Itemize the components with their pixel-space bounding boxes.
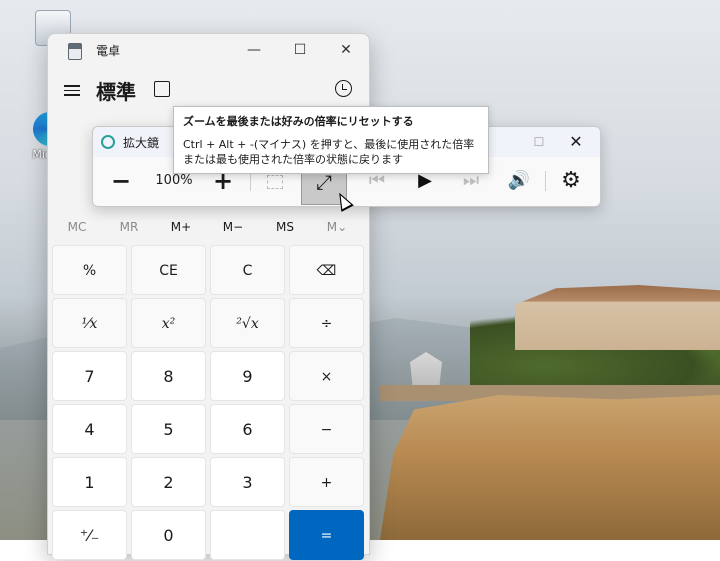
building	[515, 285, 720, 350]
m-minus-button[interactable]: M−	[207, 220, 259, 234]
digit-3-button[interactable]: 3	[210, 457, 285, 507]
square-label: x²	[161, 316, 176, 332]
digit-5-button[interactable]: 5	[131, 404, 206, 454]
calculator-app-icon	[68, 43, 82, 60]
menu-icon[interactable]	[64, 82, 80, 96]
negate-button[interactable]: ⁺⁄₋	[52, 510, 127, 560]
decimal-button[interactable]	[210, 510, 285, 560]
digit-4-button[interactable]: 4	[52, 404, 127, 454]
digit-1-button[interactable]: 1	[52, 457, 127, 507]
maximize-button[interactable]: ☐	[277, 34, 323, 66]
clear-entry-button[interactable]: CE	[131, 245, 206, 295]
settings-gear-icon[interactable]: ⚙	[555, 157, 587, 205]
mc-button[interactable]: MC	[51, 220, 103, 234]
equals-button[interactable]: =	[289, 510, 364, 560]
tooltip: ズームを最後または好みの倍率にリセットする Ctrl + Alt + -(マイナ…	[173, 106, 489, 174]
divide-button[interactable]: ÷	[289, 298, 364, 348]
square-button[interactable]: x²	[131, 298, 206, 348]
square-root-button[interactable]: ²√x	[210, 298, 285, 348]
toolbar-divider	[545, 171, 546, 191]
close-button[interactable]: ✕	[323, 34, 369, 66]
clear-button[interactable]: C	[210, 245, 285, 295]
digit-2-button[interactable]: 2	[131, 457, 206, 507]
memory-list-button[interactable]: M⌄	[311, 220, 363, 234]
toolbar-divider	[250, 171, 251, 191]
keep-on-top-icon[interactable]	[154, 81, 170, 97]
square-root-label: ²√x	[236, 316, 259, 332]
m-plus-button[interactable]: M+	[155, 220, 207, 234]
memory-row: MC MR M+ M− MS M⌄	[48, 220, 369, 240]
backspace-button[interactable]: ⌫	[289, 245, 364, 295]
magnifier-icon	[101, 135, 115, 149]
window-title: 電卓	[96, 44, 121, 58]
ms-button[interactable]: MS	[259, 220, 311, 234]
subtract-button[interactable]: −	[289, 404, 364, 454]
calculator-titlebar[interactable]: 電卓 — ☐ ✕	[48, 34, 369, 66]
mr-button[interactable]: MR	[103, 220, 155, 234]
digit-7-button[interactable]: 7	[52, 351, 127, 401]
digit-8-button[interactable]: 8	[131, 351, 206, 401]
tooltip-title: ズームを最後または好みの倍率にリセットする	[183, 115, 414, 128]
multiply-button[interactable]: ×	[289, 351, 364, 401]
add-button[interactable]: +	[289, 457, 364, 507]
cliff	[380, 395, 720, 540]
tooltip-body: Ctrl + Alt + -(マイナス) を押すと、最後に使用された倍率または最…	[183, 138, 475, 166]
digit-9-button[interactable]: 9	[210, 351, 285, 401]
zoom-out-button[interactable]: −	[105, 157, 137, 205]
minimize-button[interactable]: —	[231, 34, 277, 66]
digit-6-button[interactable]: 6	[210, 404, 285, 454]
history-icon[interactable]	[335, 80, 352, 97]
reciprocal-label: ¹⁄x	[81, 316, 98, 332]
read-from-here-icon[interactable]: 🔊	[503, 157, 535, 205]
percent-button[interactable]: %	[52, 245, 127, 295]
magnifier-close-button[interactable]: ✕	[553, 131, 599, 153]
mode-title: 標準	[96, 80, 136, 104]
digit-0-button[interactable]: 0	[131, 510, 206, 560]
magnifier-title: 拡大鏡	[123, 136, 160, 150]
reciprocal-button[interactable]: ¹⁄x	[52, 298, 127, 348]
